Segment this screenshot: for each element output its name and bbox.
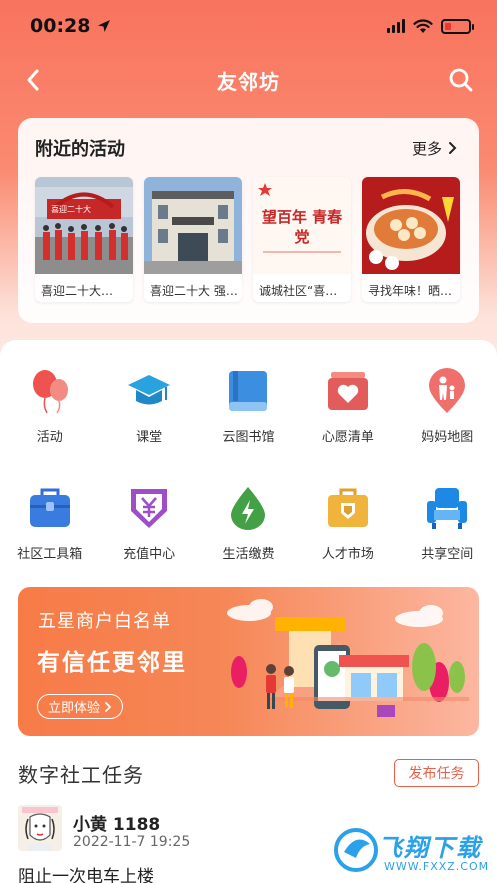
- service-item-mom-map[interactable]: 妈妈地图: [398, 368, 497, 445]
- chevron-right-icon: [105, 701, 112, 712]
- wifi-icon: [413, 18, 433, 33]
- activity-photo-caption: 望百年 青春 党: [261, 208, 343, 246]
- activity-label: 寻找年味！晒…: [368, 284, 453, 298]
- tasks-section-title: 数字社工任务: [18, 763, 144, 787]
- more-label: 更多: [411, 139, 442, 158]
- promo-banner[interactable]: 五星商户白名单 有信任更邻里 立即体验: [18, 587, 479, 736]
- service-label: 生活缴费: [222, 547, 275, 562]
- service-grid-panel: 活动 课堂 云图书馆 心愿清单 妈妈地图 社区工具箱 充值中心 生活缴费 人才市…: [0, 340, 497, 590]
- service-item-recharge[interactable]: 充值中心: [99, 485, 198, 562]
- task-date: 2022-11-7 19:25: [73, 834, 191, 850]
- activity-label: 诚城社区“喜…: [259, 284, 338, 298]
- activity-photo-dance: 喜迎二十大: [35, 177, 133, 274]
- location-arrow-icon: [98, 20, 111, 32]
- watermark-text: 飞翔下载: [378, 834, 482, 862]
- parent-child-pin-icon: [429, 368, 466, 413]
- activity-card[interactable]: 喜迎二十大 喜迎二十大…: [35, 177, 133, 302]
- activity-label: 喜迎二十大 强…: [150, 284, 238, 298]
- service-item-toolbox[interactable]: 社区工具箱: [0, 485, 99, 562]
- armchair-icon: [427, 488, 468, 529]
- balloons-icon: [32, 370, 68, 414]
- status-time: 00:28: [30, 15, 91, 37]
- service-grid: 活动 课堂 云图书馆 心愿清单 妈妈地图 社区工具箱 充值中心 生活缴费 人才市…: [0, 368, 497, 562]
- back-chevron-icon[interactable]: [20, 66, 48, 94]
- service-item-classroom[interactable]: 课堂: [99, 368, 198, 445]
- service-label: 共享空间: [421, 547, 474, 562]
- try-now-label: 立即体验: [48, 701, 101, 716]
- activity-card[interactable]: 寻找年味！晒…: [362, 177, 460, 302]
- service-label: 心愿清单: [321, 430, 374, 445]
- nearby-activities-card: 附近的活动 更多 喜迎二十大 喜迎二十大… 喜迎二十大 强… 望百年 青春 党 …: [18, 118, 479, 323]
- service-label: 课堂: [136, 430, 163, 445]
- nearby-title: 附近的活动: [35, 139, 125, 160]
- service-item-utility-payment[interactable]: 生活缴费: [199, 485, 298, 562]
- service-label: 人才市场: [321, 547, 374, 562]
- banner-slogan: 有信任更邻里: [37, 650, 187, 676]
- battery-icon: [441, 18, 474, 34]
- activity-photo-caption: 喜迎二十大: [51, 205, 91, 214]
- status-time-group: 00:28: [30, 15, 112, 37]
- nearby-header: 附近的活动 更多: [18, 118, 479, 162]
- task-description: 阻止一次电车上楼: [18, 867, 154, 883]
- activity-card[interactable]: 望百年 青春 党 诚城社区“喜…: [253, 177, 351, 302]
- activity-photo-poster: 望百年 青春 党: [253, 177, 351, 274]
- storefront-illustration: [227, 599, 469, 717]
- nav-bar: 友邻坊: [0, 56, 497, 104]
- service-label: 活动: [36, 430, 63, 445]
- signal-icon: [387, 19, 405, 33]
- energy-drop-icon: [231, 487, 266, 530]
- activity-list: 喜迎二十大 喜迎二十大… 喜迎二十大 强… 望百年 青春 党 诚城社区“喜… 寻…: [35, 177, 460, 302]
- status-bar: 00:28: [0, 0, 497, 52]
- status-icons: [387, 18, 474, 34]
- service-item-wishlist[interactable]: 心愿清单: [298, 368, 397, 445]
- service-item-shared-space[interactable]: 共享空间: [398, 485, 497, 562]
- activity-card[interactable]: 喜迎二十大 强…: [144, 177, 242, 302]
- heart-box-icon: [327, 372, 368, 410]
- toolbox-icon: [29, 488, 70, 527]
- graduation-cap-icon: [128, 375, 171, 405]
- activity-photo-food: [362, 177, 460, 274]
- service-label: 妈妈地图: [421, 430, 474, 445]
- service-item-library[interactable]: 云图书馆: [199, 368, 298, 445]
- avatar[interactable]: [18, 805, 62, 851]
- activity-label: 喜迎二十大…: [41, 284, 114, 298]
- service-item-talent-market[interactable]: 人才市场: [298, 485, 397, 562]
- yuan-shield-icon: [131, 489, 168, 528]
- more-link[interactable]: 更多: [412, 138, 457, 159]
- service-item-activity[interactable]: 活动: [0, 368, 99, 445]
- chevron-right-icon: [449, 142, 457, 154]
- watermark-subtext: WWW.FXXZ.COM: [384, 860, 490, 873]
- try-now-button[interactable]: 立即体验: [37, 694, 124, 719]
- service-label: 社区工具箱: [17, 547, 83, 562]
- service-label: 云图书馆: [222, 430, 275, 445]
- page-title: 友邻坊: [217, 69, 280, 94]
- activity-photo-building: [144, 177, 242, 274]
- briefcase-icon: [327, 488, 368, 527]
- book-icon: [229, 371, 268, 411]
- task-username: 小黄 1188: [73, 815, 161, 835]
- search-icon[interactable]: [447, 66, 475, 94]
- service-label: 充值中心: [123, 547, 176, 562]
- publish-task-button[interactable]: 发布任务: [394, 759, 479, 787]
- banner-title: 五星商户白名单: [38, 611, 171, 632]
